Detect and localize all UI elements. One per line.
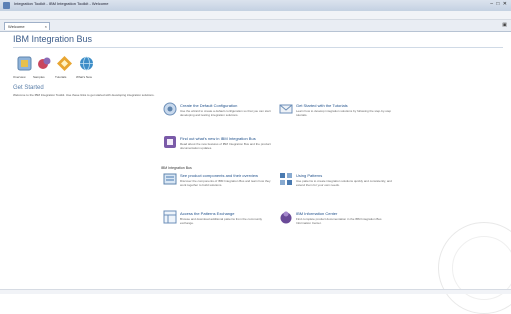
exchange-icon[interactable]: [163, 210, 177, 224]
card-title-exchange[interactable]: Access the Patterns Exchange: [180, 211, 234, 216]
card-desc-patterns: Use patterns to create integration solut…: [296, 179, 392, 187]
mail-icon[interactable]: [279, 102, 293, 116]
patterns-icon[interactable]: [279, 172, 293, 186]
tutorials-icon[interactable]: [57, 56, 72, 71]
overview-icon[interactable]: [17, 56, 32, 71]
card-desc-info-center: Find complete product documentation in t…: [296, 217, 382, 225]
card-desc-tutorials: Learn how to develop integration solutio…: [296, 109, 392, 117]
whats-new-icon[interactable]: [79, 56, 94, 71]
tab-welcome-label: Welcome: [8, 24, 25, 29]
card-title-whats-new[interactable]: Find out what's new in IBM Integration B…: [180, 136, 256, 141]
card-title-default-config[interactable]: Create the Default Configuration: [180, 103, 237, 108]
window-title: Integration Toolkit - IBM Integration To…: [14, 1, 109, 6]
card-title-components[interactable]: See product components and their overvie…: [180, 173, 258, 178]
card-desc-whats-new: Read about the new features of IBM Integ…: [180, 142, 271, 150]
get-started-description: Welcome to the IBM Integration Toolkit. …: [13, 93, 155, 97]
samples-icon[interactable]: [37, 56, 52, 71]
editor-tabbar: Welcome × ▣: [0, 20, 511, 32]
page-title: IBM Integration Bus: [13, 34, 93, 44]
card-desc-exchange: Browse and download additional patterns …: [180, 217, 263, 225]
welcome-page: IBM Integration Bus Overview Samples Tut…: [0, 32, 511, 314]
title-divider: [13, 47, 503, 48]
maximize-icon[interactable]: ▣: [502, 22, 507, 28]
menubar: File Edit Navigate Search Project Run Wi…: [0, 11, 511, 25]
get-started-heading: Get Started: [13, 85, 44, 91]
app-icon: [3, 2, 10, 9]
toolbar-label-samples[interactable]: Samples: [33, 75, 45, 79]
toolbar-label-overview[interactable]: Overview: [13, 75, 26, 79]
tab-welcome[interactable]: Welcome ×: [4, 22, 50, 30]
window-controls[interactable]: ‒ □ ✕: [490, 1, 508, 7]
toolbar-label-whats-new[interactable]: What's New: [76, 75, 92, 79]
toolbar-label-tutorials[interactable]: Tutorials: [55, 75, 66, 79]
card-desc-default-config: Use the wizard to create a default confi…: [180, 109, 271, 117]
card-desc-components: Discover the components of IBM Integrati…: [180, 179, 271, 187]
whats-new-card-icon[interactable]: [163, 135, 177, 149]
close-icon[interactable]: ×: [45, 23, 47, 31]
status-bar: [0, 289, 511, 294]
card-title-info-center[interactable]: IBM Information Center: [296, 211, 337, 216]
default-config-icon[interactable]: [163, 102, 177, 116]
section-label: IBM Integration Bus: [161, 166, 192, 170]
components-icon[interactable]: [163, 172, 177, 186]
card-title-patterns[interactable]: Using Patterns: [296, 173, 322, 178]
info-center-icon[interactable]: [279, 210, 293, 224]
card-title-tutorials[interactable]: Get Started with the Tutorials: [296, 103, 348, 108]
